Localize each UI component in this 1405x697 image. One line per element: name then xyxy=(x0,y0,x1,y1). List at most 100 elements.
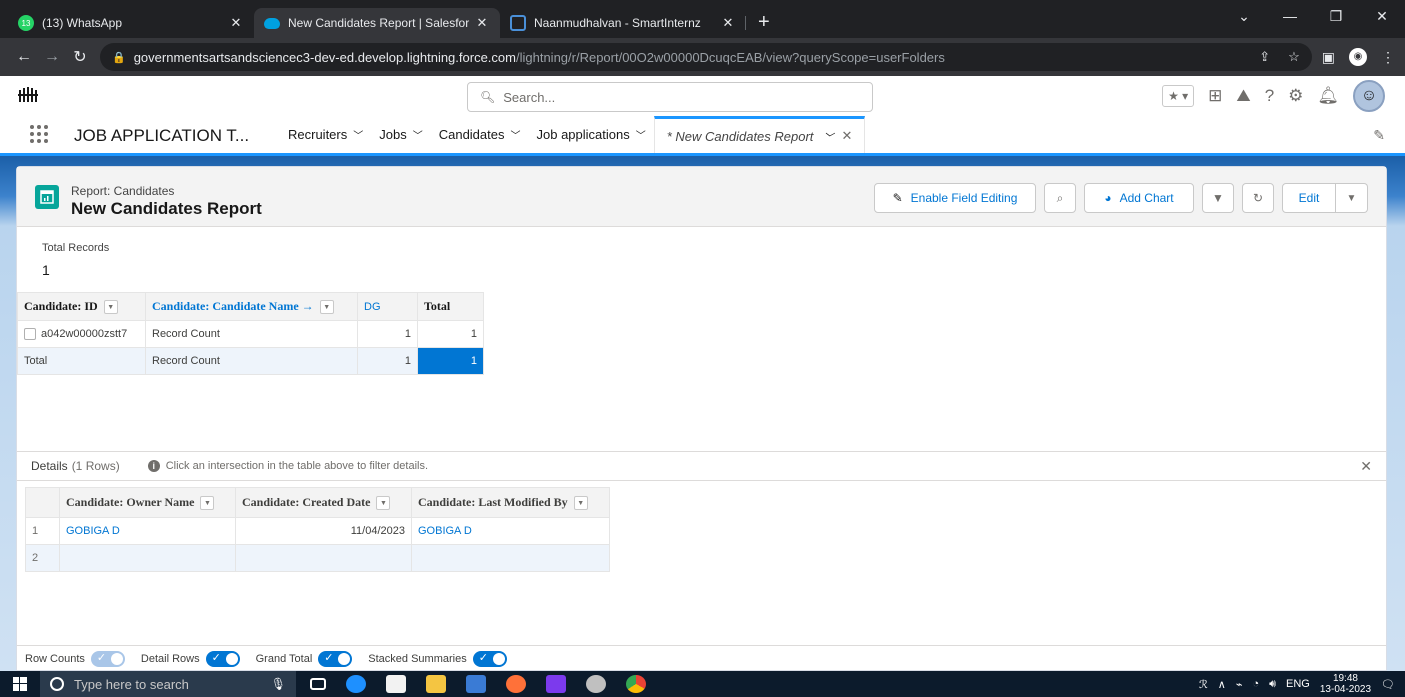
people-icon[interactable]: ℛ xyxy=(1199,678,1208,691)
edge-icon[interactable] xyxy=(346,675,366,693)
bookmark-star-icon[interactable]: ☆ xyxy=(1288,49,1300,65)
back-button[interactable]: ← xyxy=(10,48,38,66)
setup-gear-icon[interactable]: ⚙ xyxy=(1288,86,1303,106)
chevron-up-icon[interactable]: ∧ xyxy=(1218,678,1226,691)
filter-button[interactable]: ▼ xyxy=(1202,183,1234,213)
address-bar[interactable]: 🔒 governmentsartsandsciencec3-dev-ed.dev… xyxy=(100,43,1312,71)
browser-tab-smartinternz[interactable]: Naanmudhalvan - SmartInternz ✕ xyxy=(500,8,746,38)
favorites-button[interactable]: ★ ▾ xyxy=(1162,85,1195,107)
app-arrow-icon[interactable] xyxy=(466,675,486,693)
reload-button[interactable]: ↻ xyxy=(66,47,94,67)
refresh-button[interactable]: ↻ xyxy=(1242,183,1274,213)
clock[interactable]: 19:48 13-04-2023 xyxy=(1320,673,1371,695)
chevron-down-icon[interactable]: ﹀ xyxy=(823,129,833,144)
owner-name-link[interactable]: GOBIGA D xyxy=(59,517,236,545)
nav-item-candidates[interactable]: Candidates ﹀ xyxy=(431,116,529,153)
nav-item-jobs[interactable]: Jobs ﹀ xyxy=(371,116,430,153)
chevron-down-icon[interactable]: ﹀ xyxy=(636,127,646,142)
row-checkbox[interactable] xyxy=(24,328,36,341)
app-launcher-icon[interactable] xyxy=(30,125,48,143)
stacked-summaries-toggle[interactable]: Stacked Summaries ✓ xyxy=(368,650,507,667)
browser-tab-whatsapp[interactable]: 13 (13) WhatsApp ✕ xyxy=(8,8,254,38)
wifi-icon[interactable]: ◔ xyxy=(1252,678,1259,690)
network-icon[interactable]: ⌁ xyxy=(1236,678,1243,691)
store-icon[interactable] xyxy=(386,675,406,693)
taskbar-search-input[interactable]: Type here to search 🎙︎ xyxy=(40,671,296,697)
global-search-input[interactable]: 🔍︎ Search... xyxy=(467,82,873,112)
menu-icon[interactable]: ⋮ xyxy=(1381,49,1395,66)
cell-dg-count[interactable]: 1 xyxy=(357,320,418,348)
edit-nav-pencil-icon[interactable]: ✎ xyxy=(1373,127,1385,144)
toggle-switch[interactable]: ✓ xyxy=(90,650,125,667)
col-dg[interactable]: DG xyxy=(357,292,418,321)
col-total[interactable]: Total xyxy=(417,292,484,321)
last-modified-by-link[interactable]: GOBIGA D xyxy=(411,517,610,545)
restore-button[interactable]: ❐ xyxy=(1313,0,1359,32)
edit-menu-button[interactable]: ▼ xyxy=(1336,183,1368,213)
windows-start-icon[interactable] xyxy=(0,677,40,691)
cell-grand-total[interactable]: 1 xyxy=(417,347,484,375)
col-candidate-id[interactable]: Candidate: ID ▼ xyxy=(17,292,146,321)
column-menu-icon[interactable]: ▼ xyxy=(103,300,118,315)
file-explorer-icon[interactable] xyxy=(426,675,446,693)
last-modified-by xyxy=(411,544,610,572)
new-tab-button[interactable]: + xyxy=(746,11,782,38)
nav-item-recruiters[interactable]: Recruiters ﹀ xyxy=(280,116,371,153)
minimize-button[interactable]: — xyxy=(1267,0,1313,32)
firefox-icon[interactable] xyxy=(506,675,526,693)
chevron-down-icon[interactable]: ﹀ xyxy=(413,127,423,142)
col-last-modified-by[interactable]: Candidate: Last Modified By ▼ xyxy=(411,487,610,518)
nav-tab-new-candidates-report[interactable]: * New Candidates Report ﹀ ✕ xyxy=(653,116,866,153)
tab-search-icon[interactable]: ⌄ xyxy=(1221,0,1267,32)
profile-icon[interactable]: ◉ xyxy=(1349,48,1367,66)
task-view-icon[interactable] xyxy=(310,678,326,690)
column-menu-icon[interactable]: ▼ xyxy=(319,300,334,315)
add-chart-button[interactable]: ◕ Add Chart xyxy=(1084,183,1194,213)
microphone-icon[interactable]: 🎙︎ xyxy=(271,677,286,691)
forward-button[interactable]: → xyxy=(38,48,66,66)
side-panel-icon[interactable]: ▣ xyxy=(1322,49,1335,66)
column-menu-icon[interactable]: ▼ xyxy=(376,496,391,511)
detail-rows-toggle[interactable]: Detail Rows ✓ xyxy=(141,650,240,667)
user-avatar[interactable]: ☺ xyxy=(1353,80,1385,112)
chevron-down-icon[interactable]: ﹀ xyxy=(353,127,363,142)
close-details-icon[interactable]: ✕ xyxy=(1360,458,1372,475)
notifications-bell-icon[interactable]: 🔔︎ xyxy=(1317,86,1339,106)
close-icon[interactable]: ✕ xyxy=(841,128,852,144)
column-menu-icon[interactable]: ▼ xyxy=(573,496,588,511)
browser-tab-salesforce[interactable]: New Candidates Report | Salesfor ✕ xyxy=(254,8,500,38)
language-indicator[interactable]: ENG xyxy=(1286,678,1310,690)
search-report-button[interactable]: ⌕ xyxy=(1044,183,1076,213)
vscode-icon[interactable] xyxy=(546,675,566,693)
cell-total-dg[interactable]: 1 xyxy=(357,347,418,375)
cell-candidate-id[interactable]: a042w00000zstt7 xyxy=(17,320,146,348)
col-owner-name[interactable]: Candidate: Owner Name ▼ xyxy=(59,487,236,518)
help-icon[interactable]: ? xyxy=(1265,86,1274,106)
column-menu-icon[interactable]: ▼ xyxy=(200,496,215,511)
close-icon[interactable]: ✕ xyxy=(228,15,244,31)
close-icon[interactable]: ✕ xyxy=(720,15,736,31)
col-created-date[interactable]: Candidate: Created Date ▼ xyxy=(235,487,412,518)
grand-total-toggle[interactable]: Grand Total ✓ xyxy=(256,650,353,667)
toggle-switch[interactable]: ✓ xyxy=(205,650,240,667)
cell-row-total[interactable]: 1 xyxy=(417,320,484,348)
lock-icon[interactable]: 🔒 xyxy=(112,51,126,64)
edit-button[interactable]: Edit xyxy=(1282,183,1336,213)
chevron-down-icon[interactable]: ﹀ xyxy=(511,127,521,142)
nav-items: Recruiters ﹀ Jobs ﹀ Candidates ﹀ Job applic… xyxy=(280,116,866,153)
global-actions-icon[interactable]: ⊞ xyxy=(1208,86,1222,106)
volume-icon[interactable]: 🔊︎ xyxy=(1269,678,1276,691)
trailhead-icon[interactable]: ⛰ xyxy=(1236,86,1250,106)
share-icon[interactable]: ⇪ xyxy=(1259,49,1270,65)
settings-gear-icon[interactable] xyxy=(586,675,606,693)
nav-item-job-applications[interactable]: Job applications ﹀ xyxy=(529,116,654,153)
close-window-button[interactable]: ✕ xyxy=(1359,0,1405,32)
col-candidate-name[interactable]: Candidate: Candidate Name → ▼ xyxy=(145,292,358,321)
notifications-icon[interactable]: 🗨︎ xyxy=(1381,678,1395,691)
chrome-icon[interactable] xyxy=(626,675,646,693)
toggle-switch[interactable]: ✓ xyxy=(472,650,507,667)
row-counts-toggle[interactable]: Row Counts ✓ xyxy=(25,650,125,667)
close-icon[interactable]: ✕ xyxy=(474,15,490,31)
toggle-switch[interactable]: ✓ xyxy=(318,650,353,667)
enable-field-editing-button[interactable]: ✎ Enable Field Editing xyxy=(874,183,1036,213)
